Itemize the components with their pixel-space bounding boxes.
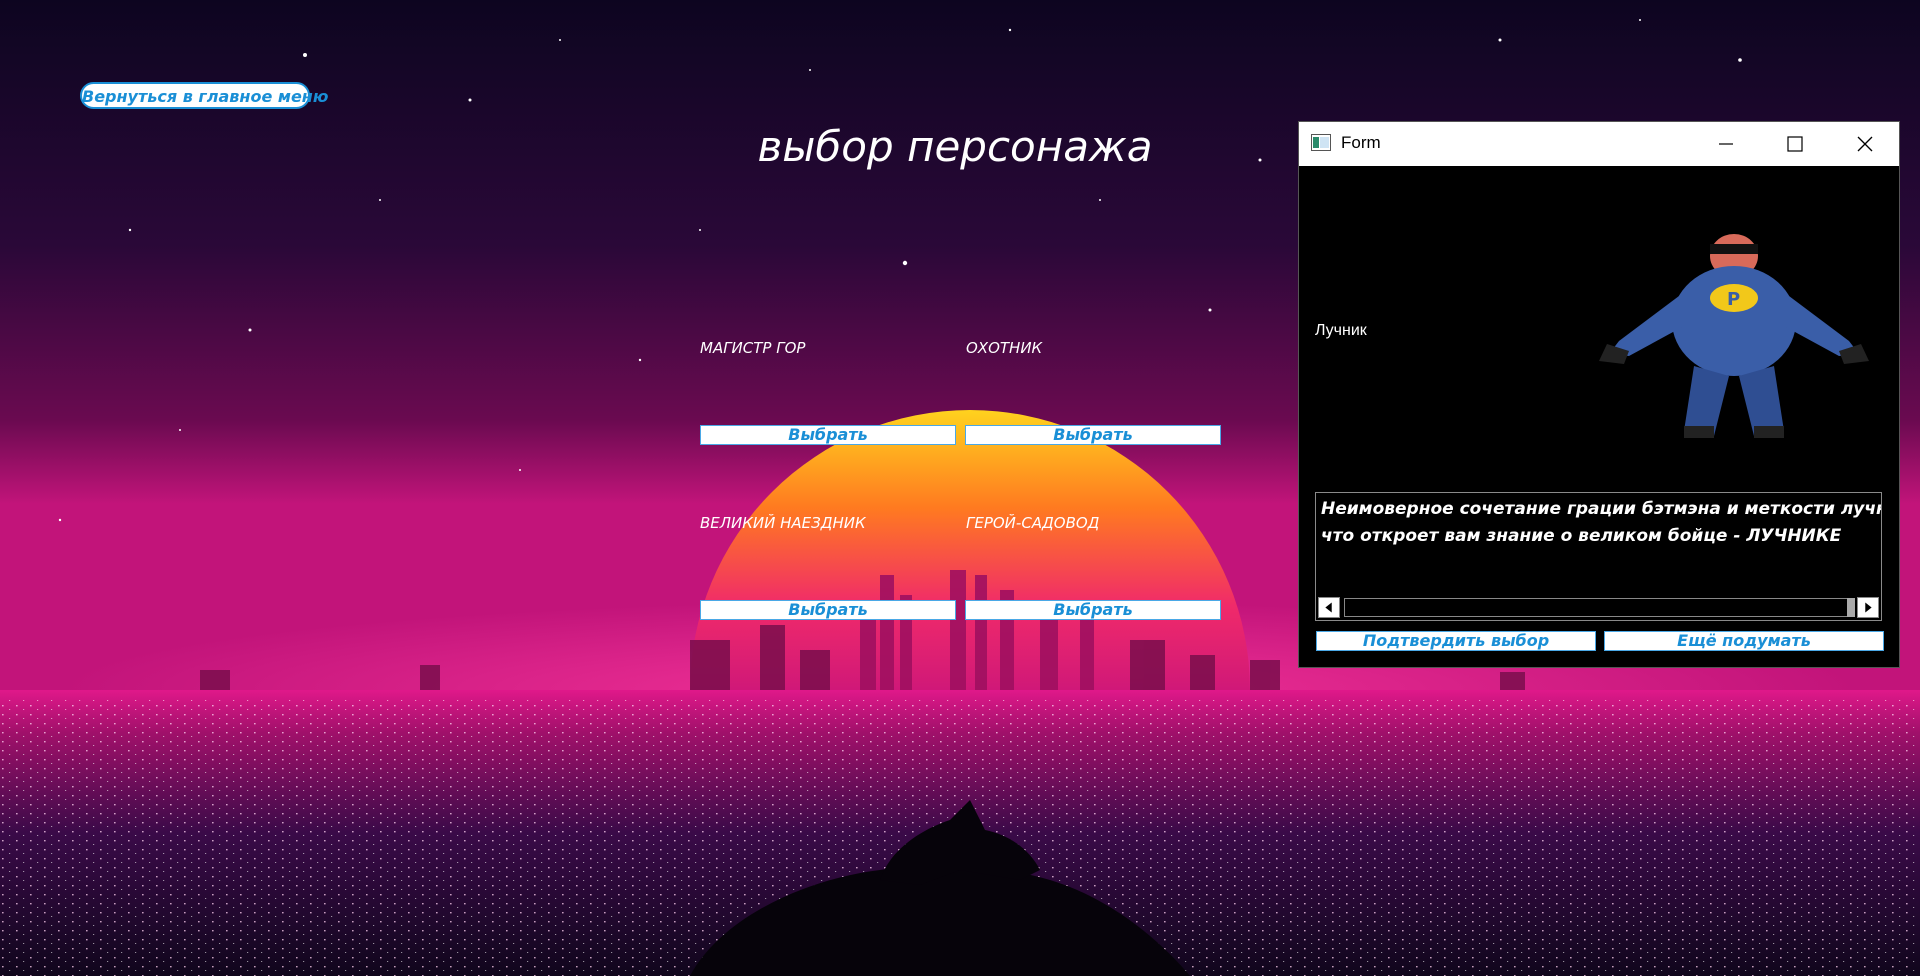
back-to-main-menu-button[interactable]: Вернуться в главное меню <box>80 82 328 109</box>
character-name-magister: МАГИСТР ГОР <box>700 339 806 357</box>
character-portrait: P <box>1599 234 1869 438</box>
scrollbar-track[interactable] <box>1344 598 1854 617</box>
select-hunter-button[interactable]: Выбрать <box>965 425 1221 445</box>
character-class-label: Лучник <box>1315 322 1367 339</box>
arrow-right-icon[interactable] <box>1857 597 1879 618</box>
app-icon <box>1311 134 1331 151</box>
svg-text:P: P <box>1727 289 1740 310</box>
arrow-left-icon[interactable] <box>1318 597 1340 618</box>
scrollbar-thumb[interactable] <box>1847 598 1855 617</box>
think-more-button[interactable]: Ещё подумать <box>1604 631 1884 651</box>
character-name-gardener: ГЕРОЙ-САДОВОД <box>966 514 1100 532</box>
select-gardener-button[interactable]: Выбрать <box>965 600 1221 620</box>
select-rider-button[interactable]: Выбрать <box>700 600 956 620</box>
confirm-choice-button[interactable]: Подтвердить выбор <box>1316 631 1596 651</box>
description-text: Неимоверное сочетание грации бэтмэна и м… <box>1321 499 1882 546</box>
description-textbox[interactable]: Неимоверное сочетание грации бэтмэна и м… <box>1315 492 1882 621</box>
window-titlebar[interactable]: Form <box>1299 122 1899 166</box>
character-form-window: Form Лучник P Неимоверное сочетание грац… <box>1299 122 1899 667</box>
select-magister-button[interactable]: Выбрать <box>700 425 956 445</box>
close-icon[interactable] <box>1829 122 1899 166</box>
minimize-icon[interactable] <box>1691 122 1761 166</box>
horizontal-scrollbar[interactable] <box>1316 595 1881 620</box>
character-name-rider: ВЕЛИКИЙ НАЕЗДНИК <box>700 514 866 532</box>
page-title: выбор персонажа <box>757 122 1153 171</box>
character-name-hunter: ОХОТНИК <box>966 339 1043 357</box>
window-title: Form <box>1341 133 1381 152</box>
maximize-icon[interactable] <box>1759 122 1829 166</box>
